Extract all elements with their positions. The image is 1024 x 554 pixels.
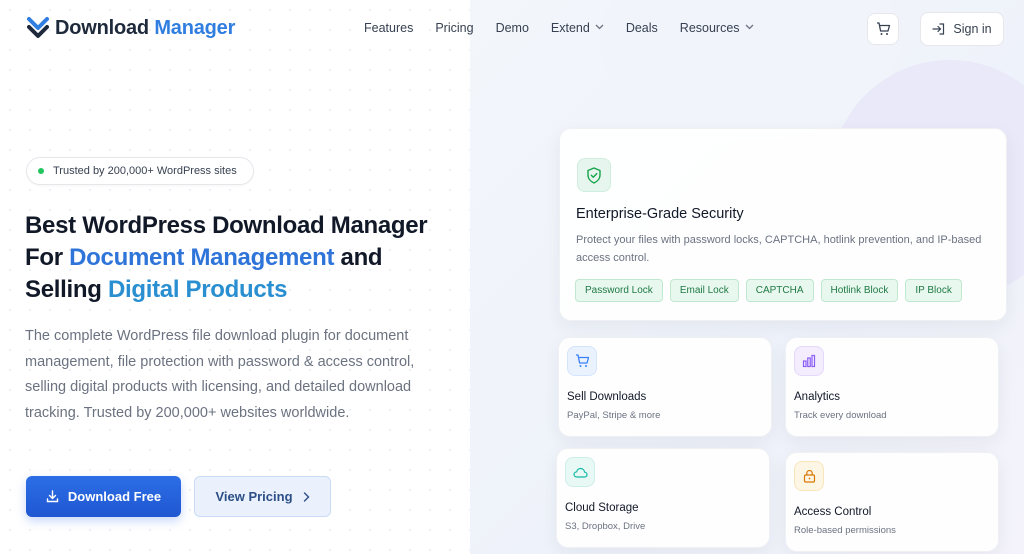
- security-tags: Password Lock Email Lock CAPTCHA Hotlink…: [575, 279, 969, 302]
- shield-check-icon: [587, 166, 601, 184]
- feature-card-analytics[interactable]: Analytics Track every download: [785, 337, 999, 437]
- status-dot: [38, 168, 44, 174]
- feature-title: Access Control: [794, 506, 872, 518]
- tag-email-lock: Email Lock: [669, 279, 739, 302]
- cart-icon: [575, 354, 589, 367]
- cart-button[interactable]: [867, 13, 899, 45]
- nav-extend[interactable]: Extend: [551, 21, 604, 35]
- headline-line1: Best WordPress Download Manager: [25, 212, 428, 239]
- view-pricing-button[interactable]: View Pricing: [194, 476, 331, 517]
- security-card: Enterprise-Grade Security Protect your f…: [559, 128, 1007, 321]
- nav-pricing[interactable]: Pricing: [435, 21, 473, 35]
- view-pricing-label: View Pricing: [215, 489, 293, 504]
- nav-deals-label: Deals: [625, 21, 658, 35]
- logo-text-part1: Download: [55, 16, 149, 39]
- security-card-title: Enterprise-Grade Security: [576, 206, 744, 222]
- headline-highlight-digital: Digital Products: [107, 276, 288, 303]
- feature-subtitle: PayPal, Stripe & more: [567, 410, 661, 421]
- sign-in-button[interactable]: Sign in: [920, 12, 1004, 46]
- headline-line2-suffix: and: [334, 244, 383, 271]
- nav-resources[interactable]: Resources: [680, 21, 754, 35]
- chevron-down-icon: [595, 24, 604, 30]
- trust-badge-text: Trusted by 200,000+ WordPress sites: [53, 165, 237, 177]
- hero-headline: Best WordPress Download Manager For Docu…: [25, 210, 465, 306]
- feature-subtitle: Track every download: [794, 410, 887, 421]
- feature-title: Sell Downloads: [567, 391, 647, 403]
- nav-pricing-label: Pricing: [435, 21, 474, 35]
- cloud-icon: [572, 467, 588, 478]
- security-card-description: Protect your files with password locks, …: [576, 234, 982, 264]
- trust-badge: Trusted by 200,000+ WordPress sites: [26, 157, 254, 185]
- tag-password-lock: Password Lock: [575, 279, 663, 302]
- headline-line3-prefix: Selling: [25, 276, 108, 303]
- logo-text: Download Manager: [55, 17, 235, 40]
- feature-title: Analytics: [794, 391, 841, 403]
- sign-in-label: Sign in: [953, 22, 992, 36]
- nav-features-label: Features: [364, 21, 414, 35]
- download-icon: [46, 490, 59, 503]
- nav-deals[interactable]: Deals: [626, 21, 658, 35]
- main-nav: Features Pricing Demo Extend Deals Resou…: [364, 21, 776, 35]
- feature-card-cloud-storage[interactable]: Cloud Storage S3, Dropbox, Drive: [556, 448, 770, 548]
- nav-features[interactable]: Features: [364, 21, 413, 35]
- nav-resources-label: Resources: [679, 21, 740, 35]
- tag-captcha: CAPTCHA: [745, 279, 814, 302]
- security-icon-box: [577, 158, 611, 192]
- sign-in-icon: [932, 23, 945, 35]
- nav-demo-label: Demo: [495, 21, 529, 35]
- bar-chart-icon: [802, 354, 816, 368]
- nav-demo[interactable]: Demo: [496, 21, 529, 35]
- feature-subtitle: Role-based permissions: [794, 525, 896, 536]
- tag-ip-block: IP Block: [905, 279, 962, 302]
- nav-extend-label: Extend: [550, 21, 590, 35]
- logo-text-part2: Manager: [154, 16, 236, 39]
- site-header: Download Manager Features Pricing Demo E…: [0, 0, 1024, 58]
- feature-card-access-control[interactable]: Access Control Role-based permissions: [785, 452, 999, 552]
- cart-icon: [876, 22, 890, 35]
- feature-card-sell-downloads[interactable]: Sell Downloads PayPal, Stripe & more: [558, 337, 772, 437]
- feature-subtitle: S3, Dropbox, Drive: [565, 521, 646, 532]
- sell-icon-box: [567, 346, 597, 376]
- chevron-right-icon: [303, 491, 310, 502]
- analytics-icon-box: [794, 346, 824, 376]
- headline-line2-prefix: For: [25, 244, 70, 271]
- logo-mark-icon: [27, 17, 49, 38]
- cloud-icon-box: [565, 457, 595, 487]
- chevron-down-icon: [745, 24, 754, 30]
- hero-description: The complete WordPress file download plu…: [25, 328, 415, 421]
- download-free-button[interactable]: Download Free: [26, 476, 181, 517]
- access-icon-box: [794, 461, 824, 491]
- lock-icon: [803, 469, 815, 483]
- feature-title: Cloud Storage: [565, 502, 639, 514]
- download-free-label: Download Free: [67, 489, 162, 504]
- logo[interactable]: Download Manager: [27, 16, 235, 40]
- tag-hotlink-block: Hotlink Block: [820, 279, 899, 302]
- headline-highlight-document: Document Management: [69, 244, 335, 271]
